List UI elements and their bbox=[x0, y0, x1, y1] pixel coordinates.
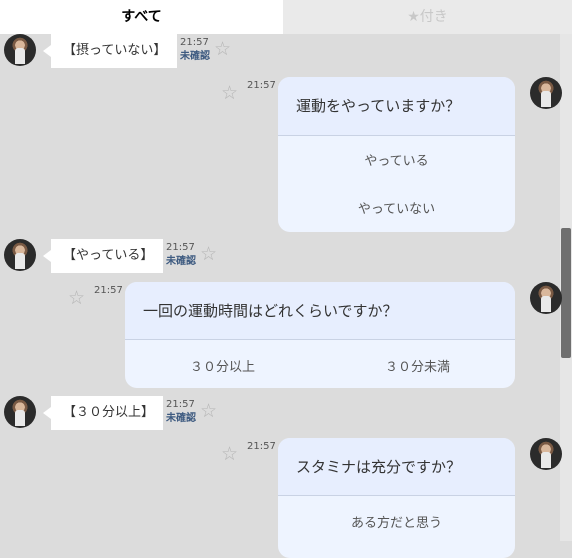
reply-bubble: 【摂っていない】 bbox=[43, 34, 177, 68]
message-time: 21:57 bbox=[166, 242, 195, 253]
scrollbar-thumb[interactable] bbox=[561, 228, 571, 358]
answer-option[interactable]: やっている bbox=[278, 150, 515, 169]
question-card: スタミナは充分ですか？ ある方だと思う bbox=[278, 438, 515, 558]
answer-option[interactable]: ３０分以上 bbox=[125, 356, 320, 375]
answer-option[interactable]: ３０分未満 bbox=[320, 356, 515, 375]
bot-avatar bbox=[530, 282, 562, 314]
message-time: 21:57 bbox=[166, 399, 195, 410]
unread-label: 未確認 bbox=[166, 413, 196, 424]
star-outline-icon[interactable]: ☆ bbox=[200, 245, 217, 264]
bot-avatar bbox=[530, 438, 562, 470]
reply-bubble: 【やっている】 bbox=[43, 239, 163, 273]
user-avatar bbox=[4, 34, 36, 66]
unread-label: 未確認 bbox=[166, 256, 196, 267]
answer-option[interactable]: やっていない bbox=[278, 198, 515, 217]
tab-all[interactable]: すべて bbox=[0, 0, 283, 34]
message-time: 21:57 bbox=[94, 285, 123, 296]
tab-starred[interactable]: ★付き bbox=[283, 0, 572, 34]
question-text: スタミナは充分ですか？ bbox=[278, 438, 515, 496]
message-time: 21:57 bbox=[180, 37, 209, 48]
star-outline-icon[interactable]: ☆ bbox=[214, 40, 231, 59]
message-time: 21:57 bbox=[247, 441, 276, 452]
question-text: 一回の運動時間はどれくらいですか？ bbox=[125, 282, 515, 340]
answer-option[interactable]: ある方だと思う bbox=[278, 512, 515, 531]
star-outline-icon[interactable]: ☆ bbox=[221, 445, 238, 464]
question-text: 運動をやっていますか？ bbox=[278, 77, 515, 136]
bot-avatar bbox=[530, 77, 562, 109]
unread-label: 未確認 bbox=[180, 51, 210, 62]
question-card: 運動をやっていますか？ やっている やっていない bbox=[278, 77, 515, 232]
star-outline-icon[interactable]: ☆ bbox=[221, 84, 238, 103]
star-outline-icon[interactable]: ☆ bbox=[68, 289, 85, 308]
tab-bar: すべて ★付き bbox=[0, 0, 572, 34]
user-avatar bbox=[4, 396, 36, 428]
user-avatar bbox=[4, 239, 36, 271]
question-card: 一回の運動時間はどれくらいですか？ ３０分以上 ３０分未満 bbox=[125, 282, 515, 388]
star-outline-icon[interactable]: ☆ bbox=[200, 402, 217, 421]
message-time: 21:57 bbox=[247, 80, 276, 91]
reply-bubble: 【３０分以上】 bbox=[43, 396, 163, 430]
